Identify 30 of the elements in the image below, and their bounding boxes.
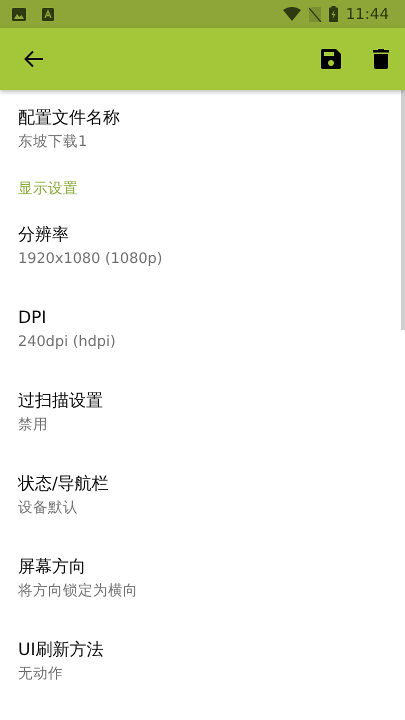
wifi-icon — [282, 7, 301, 21]
back-arrow-icon — [24, 50, 44, 68]
setting-title: 屏幕方向 — [18, 556, 87, 578]
setting-title: 配置文件名称 — [18, 107, 121, 129]
setting-item[interactable]: 状态/导航栏 设备默认 — [0, 458, 405, 541]
setting-summary: 240dpi (hdpi) — [18, 333, 117, 352]
setting-item[interactable]: 配置文件名称 东坡下载1 — [0, 90, 405, 173]
setting-summary: 将方向锁定为横向 — [18, 582, 139, 601]
setting-title: UI刷新方法 — [18, 639, 104, 661]
status-time: 11:44 — [346, 4, 389, 25]
battery-icon — [328, 6, 338, 22]
setting-summary: 1920x1080 (1080p) — [18, 250, 164, 269]
setting-item[interactable]: 屏幕方向 将方向锁定为横向 — [0, 541, 405, 624]
no-sim-icon — [308, 6, 321, 22]
setting-summary: 无动作 — [18, 665, 64, 684]
trash-icon — [373, 49, 389, 69]
setting-summary: 东坡下载1 — [18, 132, 88, 152]
setting-title: 过扫描设置 — [18, 390, 104, 412]
setting-title: DPI — [18, 307, 48, 329]
image-icon — [12, 8, 26, 20]
section-header: 显示设置 — [17, 180, 79, 199]
setting-title: 状态/导航栏 — [18, 473, 110, 495]
setting-summary: 设备默认 — [18, 499, 79, 518]
setting-title: 分辨率 — [18, 224, 70, 246]
setting-item[interactable]: DPI 240dpi (hdpi) — [0, 292, 405, 375]
setting-item[interactable]: 分辨率 1920x1080 (1080p) — [0, 209, 405, 292]
setting-summary: 禁用 — [18, 416, 49, 435]
save-icon — [321, 49, 341, 69]
setting-item[interactable]: UI刷新方法 无动作 — [0, 624, 405, 707]
setting-item[interactable]: 过扫描设置 禁用 — [0, 375, 405, 458]
